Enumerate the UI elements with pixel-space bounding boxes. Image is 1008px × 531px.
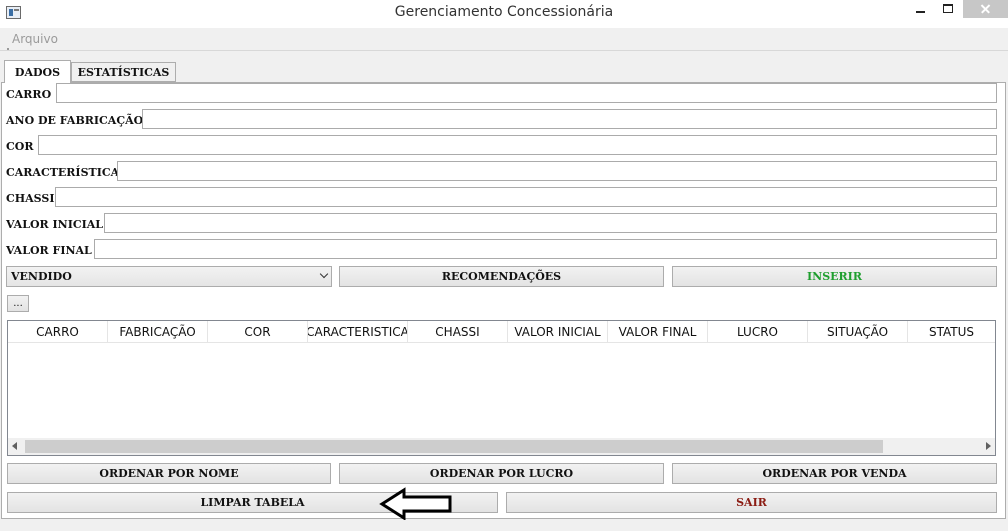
valor-final-input[interactable]	[94, 239, 997, 259]
sort-by-sale-button[interactable]: ORDENAR POR VENDA	[672, 463, 997, 484]
sort-by-profit-button[interactable]: ORDENAR POR LUCRO	[339, 463, 664, 484]
scroll-left-icon[interactable]	[12, 442, 17, 450]
cor-input[interactable]	[38, 135, 997, 155]
annotation-arrow-icon	[379, 487, 452, 521]
status-select[interactable]: VENDIDO	[6, 266, 332, 287]
tab-dados[interactable]: DADOS	[4, 60, 71, 83]
caracteristica-input[interactable]	[117, 161, 997, 181]
chevron-down-icon	[319, 269, 329, 279]
carro-input[interactable]	[56, 83, 997, 103]
valor-inicial-label: VALOR INICIAL	[6, 218, 104, 231]
menu-divider	[0, 50, 1008, 51]
menu-bar: Arquivo	[0, 28, 1008, 50]
scrollbar-thumb[interactable]	[25, 440, 883, 453]
caracteristica-label: CARACTERÍSTICA	[6, 166, 120, 179]
tab-estatisticas[interactable]: ESTATÍSTICAS	[71, 62, 176, 82]
insert-button[interactable]: INSERIR	[672, 266, 997, 287]
recommendations-button[interactable]: RECOMENDAÇÕES	[339, 266, 664, 287]
scroll-right-icon[interactable]	[986, 442, 991, 450]
status-bar	[0, 520, 1008, 531]
ano-fabricacao-label: ANO DE FABRICAÇÃO	[6, 114, 144, 127]
column-header-situacao[interactable]: SITUAÇÃO	[808, 321, 908, 343]
more-button[interactable]: ...	[7, 295, 29, 312]
title-bar: Gerenciamento Concessionária	[0, 0, 1008, 28]
minimize-icon	[915, 11, 925, 13]
column-header-valor-inicial[interactable]: VALOR INICIAL	[508, 321, 608, 343]
table-header: CARRO FABRICAÇÃO COR CARACTERISTICA CHAS…	[8, 321, 995, 343]
column-header-valor-final[interactable]: VALOR FINAL	[608, 321, 708, 343]
column-header-cor[interactable]: COR	[208, 321, 308, 343]
menu-item-arquivo[interactable]: Arquivo	[12, 32, 58, 46]
valor-inicial-input[interactable]	[104, 213, 997, 233]
status-select-value: VENDIDO	[11, 270, 72, 283]
window-title: Gerenciamento Concessionária	[394, 4, 614, 20]
horizontal-scrollbar[interactable]	[8, 438, 995, 455]
chassi-input[interactable]	[55, 187, 997, 207]
chassi-label: CHASSI	[6, 192, 55, 205]
carro-label: CARRO	[6, 88, 52, 101]
maximize-icon	[943, 3, 953, 13]
column-header-chassi[interactable]: CHASSI	[408, 321, 508, 343]
column-header-carro[interactable]: CARRO	[8, 321, 108, 343]
column-header-fabricacao[interactable]: FABRICAÇÃO	[108, 321, 208, 343]
sort-by-name-button[interactable]: ORDENAR POR NOME	[7, 463, 331, 484]
valor-final-label: VALOR FINAL	[6, 244, 92, 257]
column-header-lucro[interactable]: LUCRO	[708, 321, 808, 343]
ano-fabricacao-input[interactable]	[142, 109, 997, 129]
cars-table[interactable]: CARRO FABRICAÇÃO COR CARACTERISTICA CHAS…	[7, 320, 996, 456]
cor-label: COR	[6, 140, 34, 153]
column-header-status[interactable]: STATUS	[908, 321, 995, 343]
minimize-button[interactable]	[905, 0, 935, 18]
exit-button[interactable]: SAIR	[506, 492, 997, 513]
column-header-caracteristica[interactable]: CARACTERISTICA	[308, 321, 408, 343]
close-button[interactable]	[963, 0, 1008, 18]
maximize-button[interactable]	[933, 0, 963, 18]
